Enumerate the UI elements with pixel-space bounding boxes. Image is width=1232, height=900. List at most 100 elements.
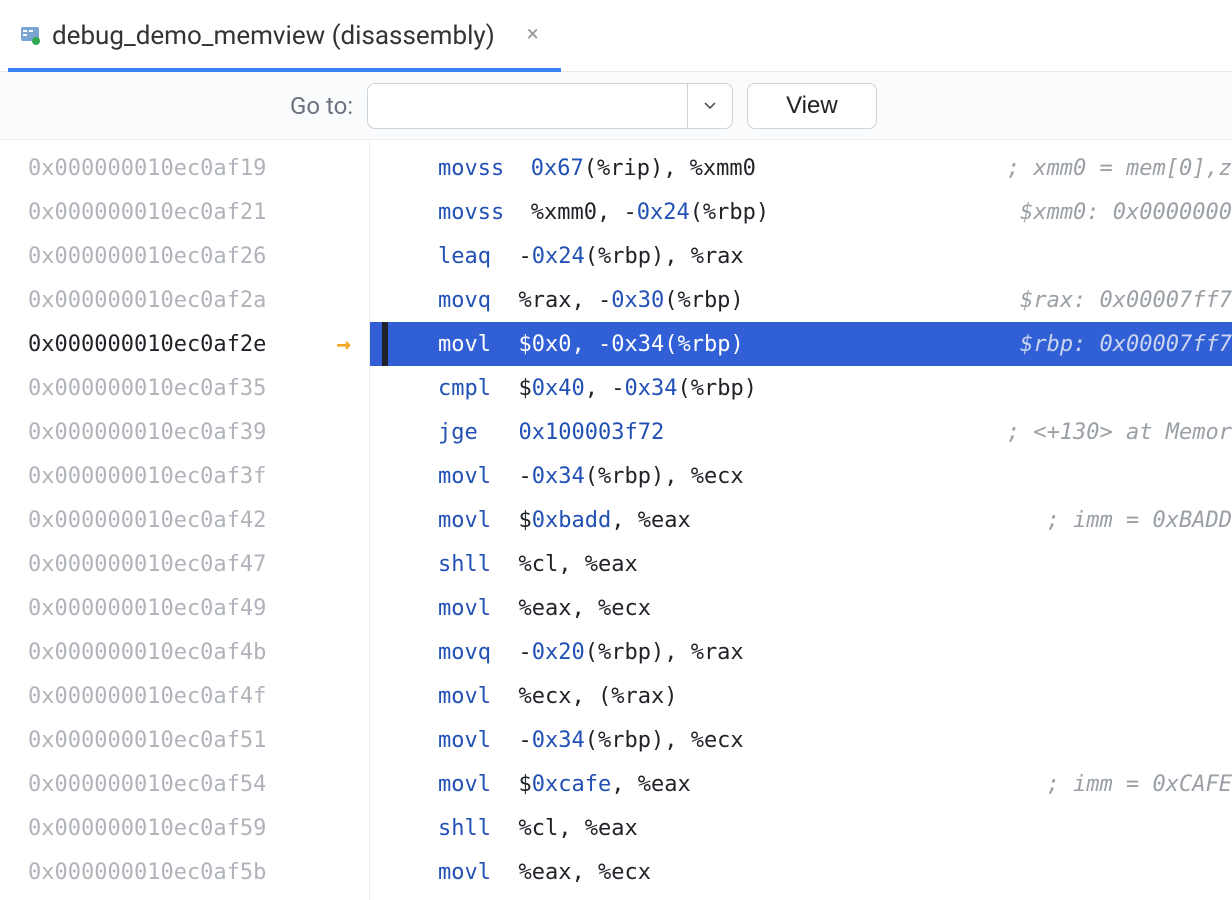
address-cell[interactable]: 0x000000010ec0af2a — [0, 278, 369, 322]
mnemonic: movq — [396, 640, 492, 665]
view-button[interactable]: View — [747, 83, 877, 129]
mnemonic: movl — [396, 508, 492, 533]
address-cell[interactable]: 0x000000010ec0af59 — [0, 806, 369, 850]
operands: $0xbadd, %eax — [519, 508, 691, 533]
breakpoint-gutter[interactable] — [382, 498, 396, 542]
disassembly-line[interactable]: leaq -0x24(%rbp), %rax — [370, 234, 1232, 278]
breakpoint-gutter[interactable] — [382, 234, 396, 278]
address-cell[interactable]: 0x000000010ec0af39 — [0, 410, 369, 454]
inline-comment: ; imm = 0xBADD — [999, 508, 1232, 533]
address-gutter: 0x000000010ec0af190x000000010ec0af210x00… — [0, 140, 370, 900]
mnemonic: leaq — [396, 244, 492, 269]
mnemonic: movl — [396, 860, 492, 885]
address-cell[interactable]: 0x000000010ec0af26 — [0, 234, 369, 278]
disassembly-body: 0x000000010ec0af190x000000010ec0af210x00… — [0, 140, 1232, 900]
operands: %rax, -0x30(%rbp) — [519, 288, 744, 313]
mnemonic: shll — [396, 816, 492, 841]
operands: %eax, %ecx — [519, 596, 651, 621]
disassembly-line[interactable]: movl $0xbadd, %eax ; imm = 0xBADD — [370, 498, 1232, 542]
binary-file-icon — [18, 24, 42, 48]
address-cell[interactable]: 0x000000010ec0af19 — [0, 146, 369, 190]
goto-input[interactable] — [367, 83, 687, 129]
breakpoint-gutter[interactable] — [382, 322, 388, 366]
mnemonic: movl — [396, 464, 492, 489]
close-icon[interactable]: × — [523, 26, 543, 46]
goto-label: Go to: — [290, 92, 353, 120]
inline-comment: ; xmm0 = mem[0],z — [959, 156, 1232, 181]
operands: -0x24(%rbp), %rax — [519, 244, 744, 269]
disassembly-toolbar: Go to: View — [0, 72, 1232, 140]
address-cell[interactable]: 0x000000010ec0af47 — [0, 542, 369, 586]
address-cell[interactable]: 0x000000010ec0af3f — [0, 454, 369, 498]
operands: %xmm0, -0x24(%rbp) — [531, 200, 769, 225]
disassembly-line[interactable]: movl -0x34(%rbp), %ecx — [370, 454, 1232, 498]
operands: %eax, %ecx — [519, 860, 651, 885]
mnemonic: movl — [396, 728, 492, 753]
breakpoint-gutter[interactable] — [382, 190, 396, 234]
operands: %cl, %eax — [519, 816, 638, 841]
inline-comment: $rax: 0x00007ff7 — [972, 288, 1232, 313]
address-cell[interactable]: 0x000000010ec0af4b — [0, 630, 369, 674]
address-cell[interactable]: 0x000000010ec0af4f — [0, 674, 369, 718]
disassembly-line[interactable]: movq %rax, -0x30(%rbp) $rax: 0x00007ff7 — [370, 278, 1232, 322]
disassembly-line[interactable]: movl %eax, %ecx — [370, 850, 1232, 894]
operands: %ecx, (%rax) — [519, 684, 678, 709]
disassembly-line[interactable]: movl %ecx, (%rax) — [370, 674, 1232, 718]
mnemonic: movss — [396, 156, 504, 181]
breakpoint-gutter[interactable] — [382, 366, 396, 410]
mnemonic: movl — [396, 684, 492, 709]
disassembly-line[interactable]: movl $0x0, -0x34(%rbp) $rbp: 0x00007ff7 — [370, 322, 1232, 366]
tab-disassembly[interactable]: debug_demo_memview (disassembly) × — [8, 0, 561, 71]
code-area: movss 0x67(%rip), %xmm0 ; xmm0 = mem[0],z… — [370, 140, 1232, 900]
disassembly-line[interactable]: cmpl $0x40, -0x34(%rbp) — [370, 366, 1232, 410]
disassembly-line[interactable]: movl -0x34(%rbp), %ecx — [370, 718, 1232, 762]
operands: %cl, %eax — [519, 552, 638, 577]
mnemonic: movq — [396, 288, 492, 313]
address-cell[interactable]: 0x000000010ec0af2e→ — [0, 322, 369, 366]
operands: -0x20(%rbp), %rax — [519, 640, 744, 665]
disassembly-line[interactable]: movss 0x67(%rip), %xmm0 ; xmm0 = mem[0],z — [370, 146, 1232, 190]
breakpoint-gutter[interactable] — [382, 718, 396, 762]
inline-comment: $rbp: 0x00007ff7 — [972, 332, 1232, 357]
breakpoint-gutter[interactable] — [382, 278, 396, 322]
breakpoint-gutter[interactable] — [382, 850, 396, 894]
operands: -0x34(%rbp), %ecx — [519, 464, 744, 489]
breakpoint-gutter[interactable] — [382, 762, 396, 806]
breakpoint-gutter[interactable] — [382, 674, 396, 718]
breakpoint-gutter[interactable] — [382, 146, 396, 190]
address-cell[interactable]: 0x000000010ec0af51 — [0, 718, 369, 762]
mnemonic: shll — [396, 552, 492, 577]
disassembly-line[interactable]: shll %cl, %eax — [370, 806, 1232, 850]
inline-comment: $xmm0: 0x0000000 — [972, 200, 1232, 225]
breakpoint-gutter[interactable] — [382, 586, 396, 630]
address-cell[interactable]: 0x000000010ec0af21 — [0, 190, 369, 234]
breakpoint-gutter[interactable] — [382, 542, 396, 586]
breakpoint-gutter[interactable] — [382, 410, 396, 454]
breakpoint-gutter[interactable] — [382, 806, 396, 850]
mnemonic: movl — [396, 332, 492, 357]
address-cell[interactable]: 0x000000010ec0af54 — [0, 762, 369, 806]
goto-dropdown-button[interactable] — [687, 83, 733, 129]
operands: $0x0, -0x34(%rbp) — [519, 332, 744, 357]
inline-comment: ; <+130> at Memor — [959, 420, 1232, 445]
operands: 0x67(%rip), %xmm0 — [531, 156, 756, 181]
mnemonic: cmpl — [396, 376, 492, 401]
disassembly-line[interactable]: movq -0x20(%rbp), %rax — [370, 630, 1232, 674]
disassembly-line[interactable]: shll %cl, %eax — [370, 542, 1232, 586]
tab-title: debug_demo_memview (disassembly) — [52, 21, 495, 51]
goto-field-group — [367, 83, 733, 129]
disassembly-line[interactable]: jge 0x100003f72; <+130> at Memor — [370, 410, 1232, 454]
address-cell[interactable]: 0x000000010ec0af42 — [0, 498, 369, 542]
disassembly-line[interactable]: movl %eax, %ecx — [370, 586, 1232, 630]
disassembly-line[interactable]: movss %xmm0, -0x24(%rbp)$xmm0: 0x0000000 — [370, 190, 1232, 234]
address-cell[interactable]: 0x000000010ec0af35 — [0, 366, 369, 410]
address-cell[interactable]: 0x000000010ec0af49 — [0, 586, 369, 630]
operands: -0x34(%rbp), %ecx — [519, 728, 744, 753]
breakpoint-gutter[interactable] — [382, 454, 396, 498]
address-cell[interactable]: 0x000000010ec0af5b — [0, 850, 369, 894]
breakpoint-gutter[interactable] — [382, 630, 396, 674]
inline-comment: ; imm = 0xCAFE — [999, 772, 1232, 797]
mnemonic: jge — [396, 420, 492, 445]
disassembly-line[interactable]: movl $0xcafe, %eax; imm = 0xCAFE — [370, 762, 1232, 806]
mnemonic: movl — [396, 772, 492, 797]
